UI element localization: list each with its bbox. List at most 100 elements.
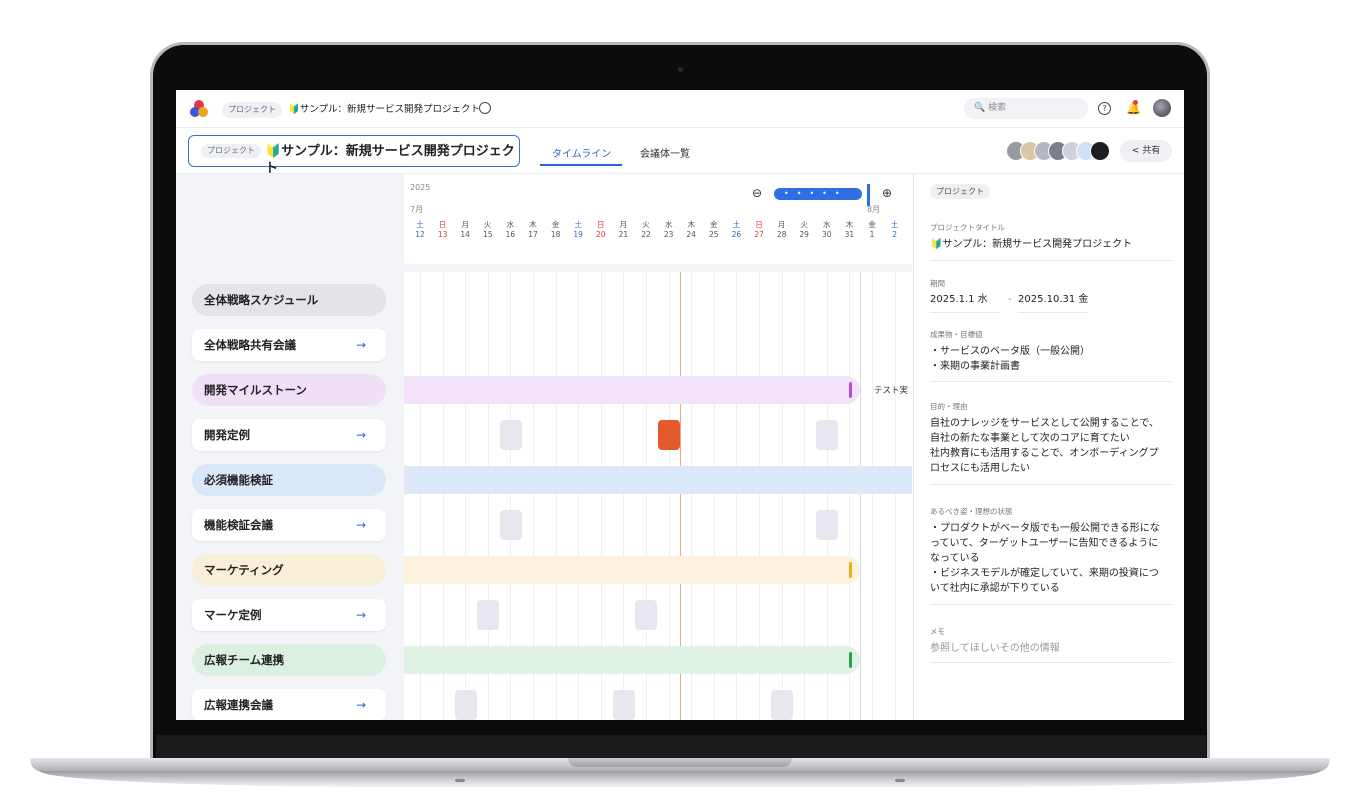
panel-chip: プロジェクト [930, 184, 990, 199]
arrow-right-icon[interactable]: → [356, 689, 366, 720]
milestone-bar[interactable] [404, 466, 912, 494]
zoom-in-icon[interactable]: ⊕ [882, 186, 892, 200]
day-number: 29 [799, 230, 809, 239]
meeting-block[interactable] [613, 690, 635, 720]
project-title-box[interactable]: プロジェクト 🔰サンプル：新規サービス開発プロジェクト [188, 135, 520, 176]
day-header: 日 13 [432, 220, 454, 240]
group-row-label[interactable]: 広報チーム連携 [192, 644, 386, 676]
row-label-text: 開発定例 [204, 428, 250, 442]
ideal-line[interactable]: ・プロダクトがベータ版でも一般公開できる形にな [930, 521, 1174, 536]
day-weekday: 木 [845, 220, 854, 229]
purpose-line[interactable]: ロセスにも活用したい [930, 461, 1174, 476]
app-logo-icon[interactable] [190, 100, 208, 118]
title-field[interactable]: 🔰サンプル：新規サービス開発プロジェクト [930, 237, 1174, 252]
meeting-block[interactable] [771, 690, 793, 720]
group-row-label[interactable]: 開発マイルストーン [192, 374, 386, 406]
day-header: 日 20 [590, 220, 612, 240]
title-field-label: プロジェクトタイトル [930, 223, 1005, 232]
meeting-row-label[interactable]: 全体戦略共有会議 → [192, 329, 386, 361]
deliverables-line[interactable]: ・サービスのベータ版（一般公開） [930, 344, 1174, 359]
day-header: 土 26 [725, 220, 747, 240]
arrow-right-icon[interactable]: → [356, 419, 366, 451]
group-row-label[interactable]: マーケティング [192, 554, 386, 586]
divider [930, 484, 1172, 485]
day-number: 15 [483, 230, 493, 239]
meeting-row-label[interactable]: マーケ定例 → [192, 599, 386, 631]
arrow-right-icon[interactable]: → [356, 509, 366, 541]
period-label: 期間 [930, 279, 945, 288]
arrow-right-icon[interactable]: → [356, 599, 366, 631]
day-weekday: 水 [506, 220, 515, 229]
memo-field[interactable]: 参照してほしいその他の情報 [930, 641, 1174, 656]
period-end-field[interactable]: 2025.10.31 金 [1018, 292, 1098, 307]
active-tab-indicator [540, 164, 622, 166]
meeting-block[interactable] [500, 510, 522, 540]
milestone-bar[interactable] [404, 376, 860, 404]
user-avatar[interactable] [1153, 99, 1171, 117]
day-weekday: 土 [574, 220, 582, 229]
ideal-line[interactable]: っていて、ターゲットユーザーに告知できるように [930, 536, 1174, 551]
breadcrumb-title[interactable]: 🔰サンプル：新規サービス開発プロジェクト [288, 102, 480, 118]
notification-dot [1133, 100, 1138, 105]
laptop-foot [895, 779, 905, 782]
zoom-slider-handle[interactable] [867, 184, 870, 206]
ideal-line[interactable]: ・ビジネスモデルが確定していて、来期の投資につ [930, 566, 1174, 581]
deliverables-line[interactable]: ・来期の事業計画書 [930, 359, 1174, 374]
laptop-notch [568, 758, 792, 767]
divider [930, 260, 1172, 261]
header-shade [404, 264, 912, 272]
purpose-line[interactable]: 社内教育にも活用することで、オンボーディングプ [930, 446, 1174, 461]
project-title: 🔰サンプル：新規サービス開発プロジェクト [265, 144, 515, 176]
meeting-row-label[interactable]: 開発定例 → [192, 419, 386, 451]
milestone-bar[interactable] [404, 646, 860, 674]
milestone-marker[interactable] [849, 652, 852, 668]
share-button[interactable]: < 共有 [1120, 140, 1172, 162]
row-label-text: 機能検証会議 [204, 518, 273, 532]
search-input[interactable]: 🔍 検索 [964, 98, 1088, 119]
day-weekday: 金 [551, 220, 560, 229]
day-weekday: 日 [597, 220, 605, 229]
tab-meetings[interactable]: 会議体一覧 [640, 145, 690, 160]
help-icon[interactable]: ? [1098, 102, 1111, 115]
purpose-line[interactable]: 自社の新たな事業として次のコアに育てたい [930, 431, 1174, 446]
day-number: 25 [709, 230, 719, 239]
milestone-marker[interactable] [849, 562, 852, 578]
meeting-block[interactable] [816, 420, 838, 450]
meeting-block[interactable] [500, 420, 522, 450]
day-weekday: 土 [732, 220, 741, 229]
day-weekday: 日 [438, 220, 447, 229]
meeting-block[interactable] [816, 510, 838, 540]
globe-icon[interactable] [479, 102, 491, 114]
day-header: 金 25 [703, 220, 725, 240]
day-weekday: 月 [461, 220, 469, 229]
purpose-line[interactable]: 自社のナレッジをサービスとして公開することで、 [930, 416, 1174, 431]
project-detail-panel: プロジェクト プロジェクトタイトル 🔰サンプル：新規サービス開発プロジェクト 期… [913, 174, 1184, 720]
period-start-field[interactable]: 2025.1.1 水 [930, 292, 1000, 307]
group-row-label[interactable]: 全体戦略スケジュール [192, 284, 386, 316]
day-weekday: 水 [823, 220, 831, 229]
arrow-right-icon[interactable]: → [356, 329, 366, 361]
timeline: 2025 7月 8月 ⊖ ••••• ⊕ 土 12 日 13 月 14 火 15 水 16 木 17 金… [404, 174, 912, 720]
breadcrumb-chip[interactable]: プロジェクト [222, 102, 282, 118]
next-milestone-label: テスト実 [874, 386, 909, 396]
day-header: 月 21 [612, 220, 634, 240]
meeting-block[interactable] [658, 420, 680, 450]
day-number: 31 [844, 230, 855, 239]
meeting-row-label[interactable]: 広報連携会議 → [192, 689, 386, 720]
meeting-row-label[interactable]: 機能検証会議 → [192, 509, 386, 541]
milestone-bar[interactable] [404, 556, 860, 584]
meeting-block[interactable] [635, 600, 657, 630]
meeting-block[interactable] [455, 690, 477, 720]
milestone-marker[interactable] [849, 382, 852, 398]
day-number: 30 [822, 230, 832, 239]
meeting-block[interactable] [477, 600, 499, 630]
day-weekday: 火 [484, 220, 492, 229]
ideal-line[interactable]: なっている [930, 551, 1174, 566]
tab-timeline[interactable]: タイムライン [552, 145, 611, 160]
group-row-label[interactable]: 必須機能検証 [192, 464, 386, 496]
day-weekday: 金 [868, 220, 876, 229]
zoom-out-icon[interactable]: ⊖ [752, 186, 762, 200]
row-label-text: 全体戦略共有会議 [204, 338, 296, 352]
purpose-label: 目的・理由 [930, 402, 968, 411]
ideal-line[interactable]: いて社内に承認が下りている [930, 581, 1174, 596]
